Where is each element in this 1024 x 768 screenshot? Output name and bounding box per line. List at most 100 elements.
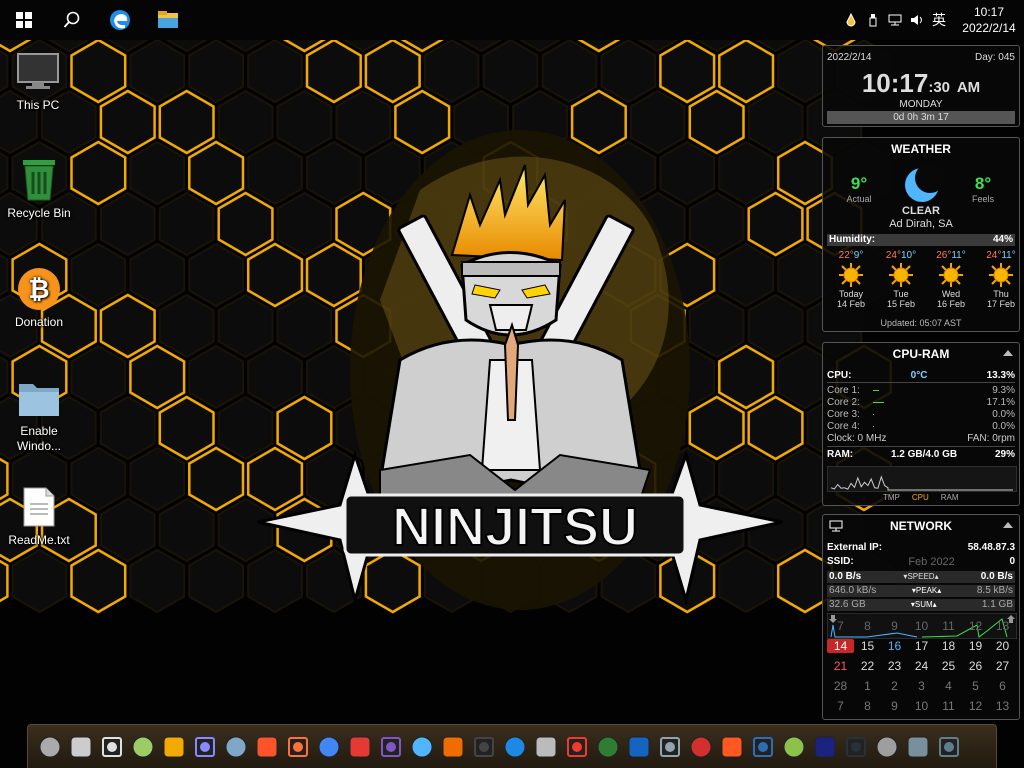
calendar-day[interactable]: 27 <box>989 659 1016 673</box>
graph-tab-tmp[interactable]: TMP <box>883 493 900 502</box>
calendar-day[interactable]: 7 <box>827 699 854 713</box>
settings-gear-icon[interactable] <box>127 730 158 764</box>
calendar-day[interactable]: 19 <box>962 639 989 653</box>
calendar-day[interactable]: 11 <box>935 619 962 633</box>
ram-percent: 29% <box>994 449 1015 460</box>
calendar-day[interactable]: 23 <box>881 659 908 673</box>
desktop-icon-recycle-bin[interactable]: Recycle Bin <box>1 158 77 221</box>
tor-icon[interactable] <box>375 730 406 764</box>
clock-date: 2022/2/14 <box>962 21 1016 35</box>
graph-tab-cpu[interactable]: CPU <box>912 493 929 502</box>
calendar-day[interactable]: 14 <box>827 639 854 653</box>
calendar-day[interactable]: 3 <box>908 679 935 693</box>
media-icon[interactable] <box>716 730 747 764</box>
recycle-bin-icon <box>17 158 61 202</box>
volume-icon[interactable] <box>906 0 928 40</box>
wifi-icon[interactable] <box>685 730 716 764</box>
chrome-icon[interactable] <box>313 730 344 764</box>
download-icon[interactable] <box>220 730 251 764</box>
calendar-day[interactable]: 28 <box>827 679 854 693</box>
brave-icon[interactable] <box>251 730 282 764</box>
calendar-day[interactable]: 16 <box>881 639 908 653</box>
terminal-dark-icon[interactable] <box>468 730 499 764</box>
user-icon[interactable] <box>96 730 127 764</box>
desktop[interactable]: NINJITSU 英 10:17 2022/2/14 This PC Recyc… <box>0 0 1024 768</box>
desktop-icon-this-pc[interactable]: This PC <box>0 50 76 113</box>
file-explorer-icon[interactable] <box>144 0 192 40</box>
lock-icon[interactable] <box>406 730 437 764</box>
vpn-icon[interactable] <box>437 730 468 764</box>
download-peak: 646.0 kB/s <box>829 585 877 596</box>
network-icon[interactable] <box>623 730 654 764</box>
calendar-day[interactable]: 26 <box>962 659 989 673</box>
calendar-day[interactable]: 13 <box>989 699 1016 713</box>
image-viewer-icon[interactable] <box>65 730 96 764</box>
taskbar-clock[interactable]: 10:17 2022/2/14 <box>954 4 1024 36</box>
network-tray-icon[interactable] <box>884 0 906 40</box>
calendar-day[interactable]: 2 <box>881 679 908 693</box>
cmd-icon[interactable] <box>840 730 871 764</box>
control-panel-icon[interactable] <box>933 730 964 764</box>
desktop-icon-donation[interactable]: ₿ Donation <box>1 267 77 330</box>
edge-icon[interactable] <box>96 0 144 40</box>
network-gadget[interactable]: NETWORK External IP: 58.48.87.3 SSID: Feb … <box>822 514 1020 720</box>
calendar-day[interactable]: 24 <box>908 659 935 673</box>
calendar-day[interactable]: 5 <box>962 679 989 693</box>
notepad-icon[interactable] <box>778 730 809 764</box>
thispc-icon[interactable] <box>34 730 65 764</box>
calendar-day[interactable]: 20 <box>989 639 1016 653</box>
calendar-day[interactable]: 4 <box>935 679 962 693</box>
forecast-temps: 26°11° <box>927 250 975 261</box>
calendar-month-label: Feb 2022 <box>908 556 955 568</box>
calendar-day[interactable]: 7 <box>827 619 854 633</box>
clock-gadget[interactable]: 2022/2/14 Day: 045 10:17:30 AM MONDAY 0d … <box>822 45 1020 127</box>
anydesk-icon[interactable] <box>561 730 592 764</box>
calendar-day[interactable]: 8 <box>854 699 881 713</box>
calendar-day[interactable]: 12 <box>962 699 989 713</box>
system-monitor-icon[interactable] <box>592 730 623 764</box>
calendar-day[interactable]: 9 <box>881 699 908 713</box>
uptime: 0d 0h 3m 17 <box>827 111 1015 124</box>
windows-start-icon[interactable] <box>0 0 48 40</box>
forecast-low: 9° <box>853 250 864 261</box>
calendar-day[interactable]: 12 <box>962 619 989 633</box>
collapse-arrow-icon[interactable] <box>1003 522 1013 528</box>
desktop-icon-readme[interactable]: ReadMe.txt <box>1 485 77 548</box>
calendar-day[interactable]: 15 <box>854 639 881 653</box>
wps-icon[interactable] <box>344 730 375 764</box>
calendar-day[interactable]: 22 <box>854 659 881 673</box>
ime-indicator[interactable]: 英 <box>928 0 950 40</box>
desktop-icon-enable-windows[interactable]: Enable Windo... <box>1 376 77 454</box>
qbittorrent-icon[interactable] <box>747 730 778 764</box>
droplet-icon[interactable] <box>840 0 862 40</box>
globe-icon[interactable] <box>654 730 685 764</box>
calendar-day[interactable]: 9 <box>881 619 908 633</box>
collapse-arrow-icon[interactable] <box>1003 350 1013 356</box>
weather-gadget[interactable]: WEATHER 9° Actual CLEAR Ad Dirah, SA 8° … <box>822 137 1020 332</box>
photos-icon[interactable] <box>499 730 530 764</box>
calendar-day[interactable]: 17 <box>908 639 935 653</box>
usb-drive-icon[interactable] <box>862 0 884 40</box>
calendar-day[interactable]: 1 <box>854 679 881 693</box>
app-grid-icon[interactable] <box>189 730 220 764</box>
powershell-icon[interactable] <box>809 730 840 764</box>
core-label: Core 3: <box>827 409 860 420</box>
calendar-day[interactable]: 8 <box>854 619 881 633</box>
search-icon[interactable] <box>48 0 96 40</box>
calendar-day[interactable]: 18 <box>935 639 962 653</box>
calendar-day[interactable]: 10 <box>908 619 935 633</box>
firefox-icon[interactable] <box>282 730 313 764</box>
sg-icon[interactable] <box>530 730 561 764</box>
cpu-ram-gadget[interactable]: CPU-RAM CPU: 0°C 13.3% Core 1: 9.3% Core 2: 1… <box>822 342 1020 506</box>
calendar-day[interactable]: 25 <box>935 659 962 673</box>
calendar-day[interactable]: 11 <box>935 699 962 713</box>
calendar-day[interactable]: 10 <box>908 699 935 713</box>
calculator-icon[interactable] <box>902 730 933 764</box>
calendar-day[interactable]: 13 <box>989 619 1016 633</box>
gear-icon[interactable] <box>871 730 902 764</box>
magnifier-icon[interactable] <box>158 730 189 764</box>
calendar-day[interactable]: 21 <box>827 659 854 673</box>
calendar-day[interactable]: 6 <box>989 679 1016 693</box>
graph-tab-ram[interactable]: RAM <box>941 493 959 502</box>
forecast-high: 24° <box>885 250 901 261</box>
